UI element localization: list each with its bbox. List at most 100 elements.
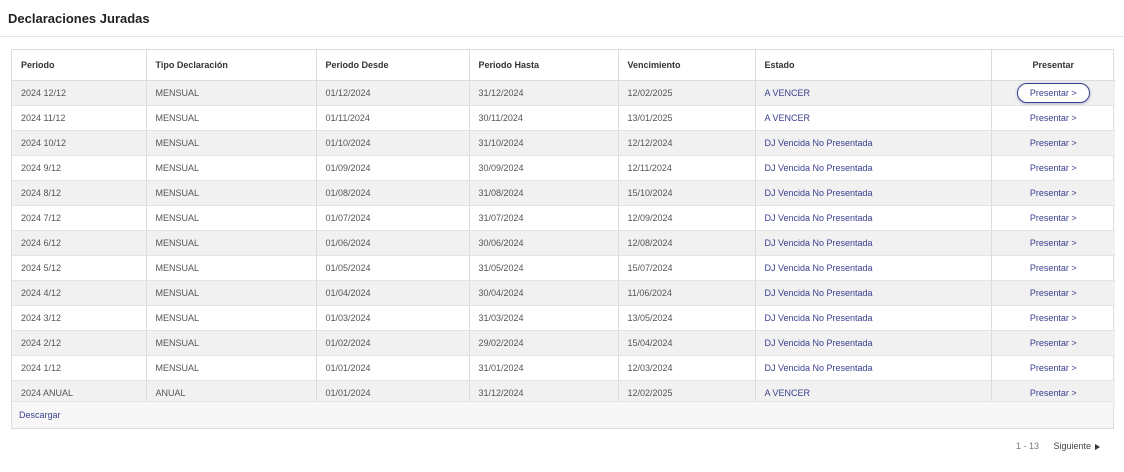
- cell-periodo: 2024 10/12: [12, 130, 146, 156]
- cell-presentar: Presentar >: [990, 105, 1115, 131]
- cell-periodo: 2024 1/12: [12, 355, 146, 381]
- table-row: 2024 12/12 MENSUAL 01/12/2024 31/12/2024 12/…: [12, 80, 1115, 106]
- cell-vencimiento: 13/01/2025: [617, 105, 755, 131]
- cell-estado: DJ Vencida No Presentada: [754, 180, 991, 206]
- cell-vencimiento: 13/05/2024: [617, 305, 755, 331]
- cell-estado: A VENCER: [754, 80, 991, 106]
- cell-vencimiento: 15/10/2024: [617, 180, 755, 206]
- cell-vencimiento: 12/12/2024: [617, 130, 755, 156]
- cell-hasta: 31/01/2024: [468, 355, 618, 381]
- cell-periodo: 2024 4/12: [12, 280, 146, 306]
- cell-vencimiento: 15/04/2024: [617, 330, 755, 356]
- cell-estado: DJ Vencida No Presentada: [754, 155, 991, 181]
- next-page-label: Siguiente: [1053, 441, 1091, 451]
- col-header-hasta[interactable]: Periodo Hasta: [468, 50, 618, 81]
- cell-desde: 01/04/2024: [315, 280, 469, 306]
- cell-tipo: MENSUAL: [145, 305, 316, 331]
- cell-hasta: 30/04/2024: [468, 280, 618, 306]
- col-header-periodo[interactable]: Periodo: [12, 50, 146, 81]
- cell-estado: DJ Vencida No Presentada: [754, 130, 991, 156]
- download-link[interactable]: Descargar: [19, 410, 61, 420]
- cell-hasta: 31/12/2024: [468, 80, 618, 106]
- cell-presentar: Presentar >: [990, 155, 1115, 181]
- col-header-desde[interactable]: Periodo Desde: [315, 50, 469, 81]
- page-title: Declaraciones Juradas: [8, 11, 150, 26]
- cell-estado: DJ Vencida No Presentada: [754, 255, 991, 281]
- cell-tipo: MENSUAL: [145, 155, 316, 181]
- presentar-button[interactable]: Presentar >: [1019, 209, 1088, 227]
- cell-hasta: 31/10/2024: [468, 130, 618, 156]
- cell-periodo: 2024 2/12: [12, 330, 146, 356]
- table-row: 2024 1/12 MENSUAL 01/01/2024 31/01/2024 12/0…: [12, 355, 1115, 381]
- table-footer: Descargar: [12, 401, 1113, 428]
- cell-vencimiento: 12/02/2025: [617, 80, 755, 106]
- cell-hasta: 31/07/2024: [468, 205, 618, 231]
- cell-presentar: Presentar >: [990, 255, 1115, 281]
- cell-hasta: 29/02/2024: [468, 330, 618, 356]
- cell-tipo: MENSUAL: [145, 280, 316, 306]
- cell-periodo: 2024 9/12: [12, 155, 146, 181]
- table-row: 2024 7/12 MENSUAL 01/07/2024 31/07/2024 12/0…: [12, 205, 1115, 231]
- cell-estado: A VENCER: [754, 105, 991, 131]
- page-range: 1 - 13: [1015, 441, 1039, 451]
- table-row: 2024 6/12 MENSUAL 01/06/2024 30/06/2024 12/0…: [12, 230, 1115, 256]
- cell-vencimiento: 12/09/2024: [617, 205, 755, 231]
- cell-vencimiento: 15/07/2024: [617, 255, 755, 281]
- presentar-button[interactable]: Presentar >: [1019, 259, 1088, 277]
- col-header-presentar: Presentar: [990, 50, 1115, 81]
- pagination: 1 - 13 Siguiente: [1016, 441, 1100, 451]
- cell-vencimiento: 12/11/2024: [617, 155, 755, 181]
- presentar-button[interactable]: Presentar >: [1019, 184, 1088, 202]
- declaraciones-table: Periodo Tipo Declaración Periodo Desde P…: [12, 50, 1115, 406]
- cell-hasta: 30/09/2024: [468, 155, 618, 181]
- triangle-right-icon: [1095, 443, 1100, 450]
- table-row: 2024 9/12 MENSUAL 01/09/2024 30/09/2024 12/1…: [12, 155, 1115, 181]
- presentar-button[interactable]: Presentar >: [1019, 284, 1088, 302]
- cell-hasta: 30/11/2024: [468, 105, 618, 131]
- presentar-button[interactable]: Presentar >: [1019, 384, 1088, 402]
- presentar-button[interactable]: Presentar >: [1019, 359, 1088, 377]
- table-header-row: Periodo Tipo Declaración Periodo Desde P…: [12, 50, 1115, 81]
- cell-hasta: 31/08/2024: [468, 180, 618, 206]
- cell-desde: 01/06/2024: [315, 230, 469, 256]
- cell-periodo: 2024 8/12: [12, 180, 146, 206]
- cell-tipo: MENSUAL: [145, 80, 316, 106]
- cell-periodo: 2024 7/12: [12, 205, 146, 231]
- cell-tipo: MENSUAL: [145, 105, 316, 131]
- col-header-tipo[interactable]: Tipo Declaración: [145, 50, 316, 81]
- cell-presentar: Presentar >: [990, 355, 1115, 381]
- col-header-estado[interactable]: Estado: [754, 50, 991, 81]
- cell-desde: 01/01/2024: [315, 355, 469, 381]
- table-row: 2024 10/12 MENSUAL 01/10/2024 31/10/2024 12/…: [12, 130, 1115, 156]
- table-row: 2024 3/12 MENSUAL 01/03/2024 31/03/2024 13/0…: [12, 305, 1115, 331]
- cell-presentar: Presentar >: [990, 130, 1115, 156]
- declaraciones-table-card: Periodo Tipo Declaración Periodo Desde P…: [11, 49, 1115, 429]
- cell-tipo: MENSUAL: [145, 205, 316, 231]
- cell-tipo: MENSUAL: [145, 130, 316, 156]
- cell-hasta: 31/05/2024: [468, 255, 618, 281]
- presentar-button[interactable]: Presentar >: [1019, 334, 1088, 352]
- presentar-button[interactable]: Presentar >: [1019, 109, 1088, 127]
- cell-desde: 01/07/2024: [315, 205, 469, 231]
- cell-desde: 01/02/2024: [315, 330, 469, 356]
- next-page-link[interactable]: Siguiente: [1053, 441, 1100, 451]
- cell-desde: 01/05/2024: [315, 255, 469, 281]
- cell-hasta: 31/03/2024: [468, 305, 618, 331]
- presentar-button[interactable]: Presentar >: [1019, 234, 1088, 252]
- presentar-button[interactable]: Presentar >: [1019, 159, 1088, 177]
- cell-estado: DJ Vencida No Presentada: [754, 205, 991, 231]
- presentar-button[interactable]: Presentar >: [1016, 83, 1090, 103]
- presentar-button[interactable]: Presentar >: [1019, 134, 1088, 152]
- cell-hasta: 30/06/2024: [468, 230, 618, 256]
- col-header-vencimiento[interactable]: Vencimiento: [617, 50, 755, 81]
- presentar-button[interactable]: Presentar >: [1019, 309, 1088, 327]
- cell-desde: 01/09/2024: [315, 155, 469, 181]
- cell-estado: DJ Vencida No Presentada: [754, 355, 991, 381]
- cell-periodo: 2024 5/12: [12, 255, 146, 281]
- cell-tipo: MENSUAL: [145, 255, 316, 281]
- page-header: Declaraciones Juradas: [0, 0, 1124, 37]
- cell-periodo: 2024 3/12: [12, 305, 146, 331]
- cell-tipo: MENSUAL: [145, 230, 316, 256]
- cell-tipo: MENSUAL: [145, 330, 316, 356]
- cell-desde: 01/08/2024: [315, 180, 469, 206]
